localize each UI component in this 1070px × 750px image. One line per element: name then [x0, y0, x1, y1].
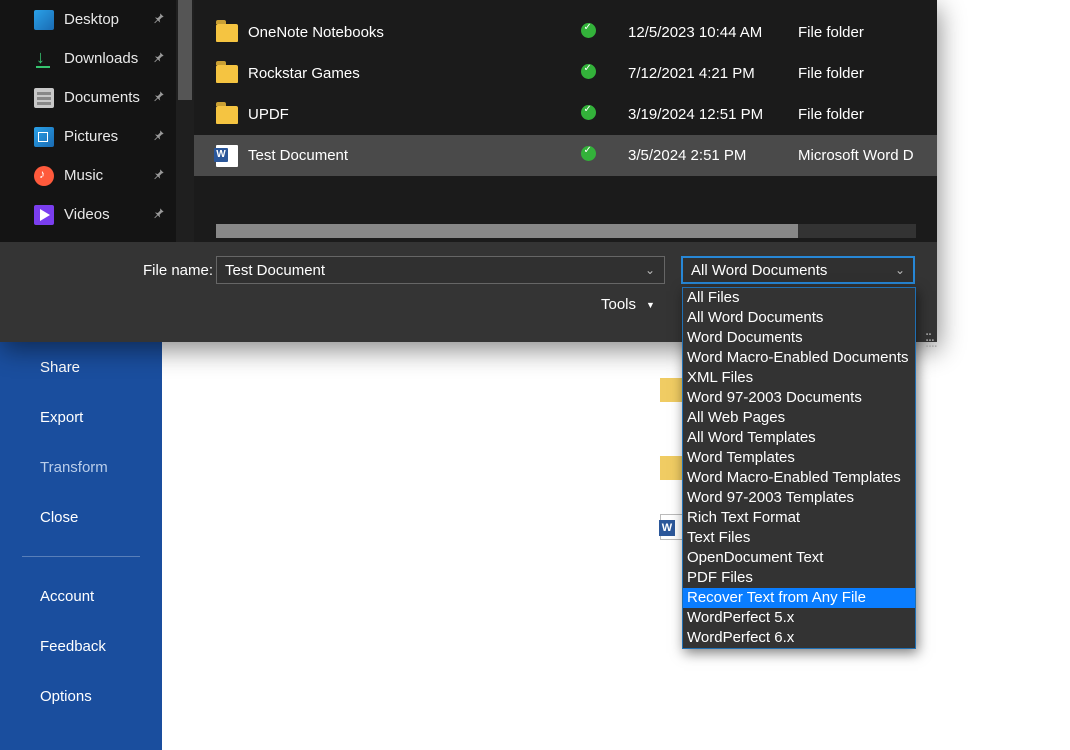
nav-item-label: Downloads — [64, 50, 138, 67]
file-status — [548, 105, 628, 124]
file-name: OneNote Notebooks — [248, 24, 548, 41]
backstage-lower: Share Export Transform Close Account Fee… — [0, 342, 162, 721]
documents-icon — [34, 88, 54, 108]
videos-icon — [34, 205, 54, 225]
folder-icon — [216, 65, 238, 83]
file-name: Test Document — [248, 147, 548, 164]
file-name: Rockstar Games — [248, 65, 548, 82]
nav-item-label: Pictures — [64, 128, 118, 145]
backstage-item-account[interactable]: Account — [0, 571, 162, 621]
dropdown-option[interactable]: All Web Pages — [683, 408, 915, 428]
nav-item-label: Desktop — [64, 11, 119, 28]
sync-check-icon — [581, 23, 596, 38]
file-row[interactable]: OneNote Notebooks 12/5/2023 10:44 AMFile … — [194, 12, 937, 53]
nav-item-label: Videos — [64, 206, 110, 223]
dropdown-option[interactable]: All Word Documents — [683, 308, 915, 328]
file-name: UPDF — [248, 106, 548, 123]
nav-item-music[interactable]: Music — [0, 156, 194, 195]
file-status — [548, 146, 628, 165]
sync-check-icon — [581, 64, 596, 79]
dropdown-option[interactable]: PDF Files — [683, 568, 915, 588]
dropdown-option[interactable]: Word Macro-Enabled Documents — [683, 348, 915, 368]
dropdown-option[interactable]: WordPerfect 6.x — [683, 628, 915, 648]
backstage-item-share[interactable]: Share — [0, 342, 162, 392]
file-list: OneNote Notebooks12/5/2023 10:44 AMFile … — [194, 0, 937, 242]
file-type: File folder — [798, 24, 864, 41]
tools-label: Tools — [601, 296, 636, 313]
dropdown-option[interactable]: Word 97-2003 Templates — [683, 488, 915, 508]
file-type-selected: All Word Documents — [691, 262, 827, 279]
pin-icon[interactable] — [152, 50, 166, 68]
word-document-icon — [216, 145, 238, 167]
backstage-item-close[interactable]: Close — [0, 492, 162, 542]
file-row[interactable]: UPDF 3/19/2024 12:51 PMFile folder — [194, 94, 937, 135]
dropdown-option[interactable]: Rich Text Format — [683, 508, 915, 528]
file-date: 7/12/2021 4:21 PM — [628, 65, 798, 82]
file-date: 3/5/2024 2:51 PM — [628, 147, 798, 164]
pin-icon[interactable] — [152, 206, 166, 224]
pictures-icon — [34, 127, 54, 147]
file-list-hscroll-thumb[interactable] — [216, 224, 798, 238]
filename-input[interactable] — [216, 256, 665, 284]
sync-check-icon — [581, 105, 596, 120]
file-type-combo[interactable]: All Word Documents ⌄ — [681, 256, 915, 284]
downloads-icon — [34, 49, 54, 69]
nav-item-videos[interactable]: Videos — [0, 195, 194, 234]
pin-icon[interactable] — [152, 89, 166, 107]
file-row[interactable]: Rockstar Games 7/12/2021 4:21 PMFile fold… — [194, 53, 937, 94]
nav-item-downloads[interactable]: Downloads — [0, 39, 194, 78]
backstage-item-options[interactable]: Options — [0, 671, 162, 721]
pin-icon[interactable] — [152, 11, 166, 29]
dropdown-option[interactable]: OpenDocument Text — [683, 548, 915, 568]
nav-item-label: Documents — [64, 89, 140, 106]
file-date: 12/5/2023 10:44 AM — [628, 24, 798, 41]
dropdown-option[interactable]: All Files — [683, 288, 915, 308]
folder-icon — [216, 24, 238, 42]
file-status — [548, 23, 628, 42]
nav-item-desktop[interactable]: Desktop — [0, 0, 194, 39]
dropdown-option[interactable]: All Word Templates — [683, 428, 915, 448]
dropdown-option[interactable]: Word Documents — [683, 328, 915, 348]
backstage-item-feedback[interactable]: Feedback — [0, 621, 162, 671]
dropdown-option[interactable]: Text Files — [683, 528, 915, 548]
navigation-pane: Desktop Downloads Documents Pictures Music Vi… — [0, 0, 194, 242]
file-type: File folder — [798, 106, 864, 123]
file-type-dropdown: All FilesAll Word DocumentsWord Document… — [682, 287, 916, 649]
dropdown-option[interactable]: Recover Text from Any File — [683, 588, 915, 608]
pin-icon[interactable] — [152, 167, 166, 185]
dropdown-option[interactable]: WordPerfect 5.x — [683, 608, 915, 628]
nav-item-label: Music — [64, 167, 103, 184]
chevron-down-icon: ⌄ — [895, 263, 905, 277]
backstage-divider — [22, 556, 140, 557]
desktop-icon — [34, 10, 54, 30]
file-status — [548, 64, 628, 83]
resize-grip-icon[interactable]: . .. . .. . . . — [925, 328, 935, 346]
dropdown-option[interactable]: XML Files — [683, 368, 915, 388]
file-type: Microsoft Word D — [798, 147, 914, 164]
backstage-item-export[interactable]: Export — [0, 392, 162, 442]
file-row[interactable]: Test Document 3/5/2024 2:51 PMMicrosoft W… — [194, 135, 937, 176]
pin-icon[interactable] — [152, 128, 166, 146]
backstage-item-transform[interactable]: Transform — [0, 442, 162, 492]
dropdown-option[interactable]: Word Templates — [683, 448, 915, 468]
nav-item-pictures[interactable]: Pictures — [0, 117, 194, 156]
file-type: File folder — [798, 65, 864, 82]
dropdown-option[interactable]: Word 97-2003 Documents — [683, 388, 915, 408]
nav-item-documents[interactable]: Documents — [0, 78, 194, 117]
music-icon — [34, 166, 54, 186]
dropdown-option[interactable]: Word Macro-Enabled Templates — [683, 468, 915, 488]
sync-check-icon — [581, 146, 596, 161]
triangle-down-icon: ▼ — [646, 300, 655, 310]
file-date: 3/19/2024 12:51 PM — [628, 106, 798, 123]
folder-icon — [216, 106, 238, 124]
filename-label: File name: — [143, 262, 213, 279]
tools-menu-button[interactable]: Tools ▼ — [601, 296, 655, 313]
